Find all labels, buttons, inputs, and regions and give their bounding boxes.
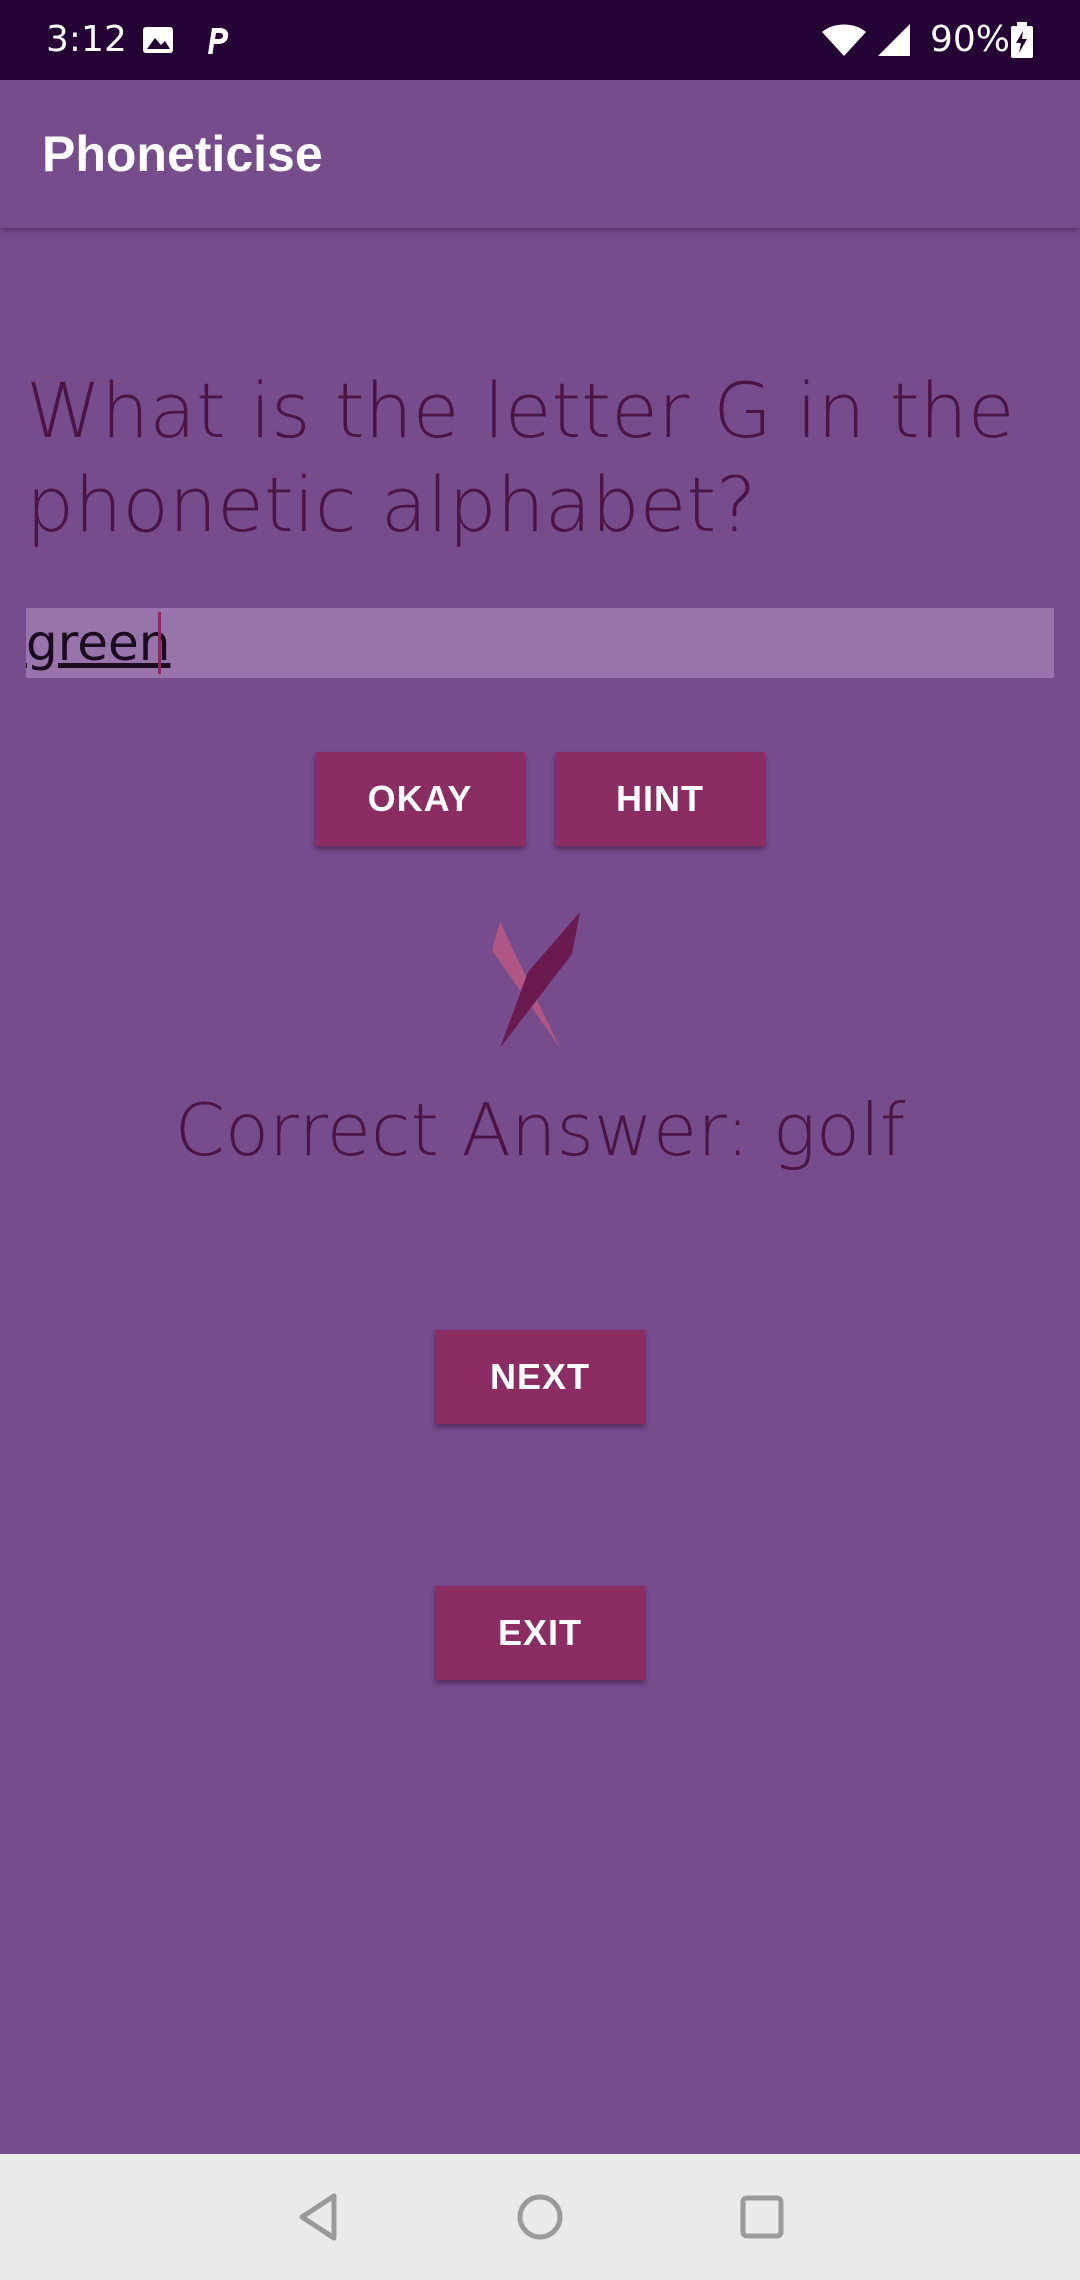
okay-button[interactable]: OKAY <box>315 752 525 846</box>
navigation-bar <box>0 2154 1080 2280</box>
hint-button[interactable]: HINT <box>555 752 765 846</box>
next-button[interactable]: NEXT <box>435 1330 645 1424</box>
home-icon[interactable] <box>507 2184 573 2250</box>
status-time: 3:12 <box>46 19 127 60</box>
signal-icon <box>876 22 912 58</box>
back-icon[interactable] <box>288 2184 354 2250</box>
correct-answer-text: Correct Answer: golf <box>174 1088 906 1172</box>
image-icon <box>140 22 176 58</box>
recents-icon[interactable] <box>729 2184 795 2250</box>
wifi-icon <box>820 22 868 58</box>
text-cursor <box>158 612 161 674</box>
status-bar: 3:12 90% <box>0 0 1080 80</box>
exit-button[interactable]: EXIT <box>435 1586 645 1680</box>
question-text: What is the letter G in the phonetic alp… <box>26 366 1015 549</box>
answer-field[interactable] <box>26 608 1054 678</box>
answer-input[interactable] <box>26 608 1054 678</box>
app-title: Phoneticise <box>42 126 323 182</box>
wrong-cross-icon <box>490 912 590 1052</box>
parking-icon <box>198 22 234 58</box>
app-bar: Phoneticise <box>0 80 1080 228</box>
battery-percent: 90% <box>930 19 1011 60</box>
battery-charging-icon <box>1010 22 1034 58</box>
